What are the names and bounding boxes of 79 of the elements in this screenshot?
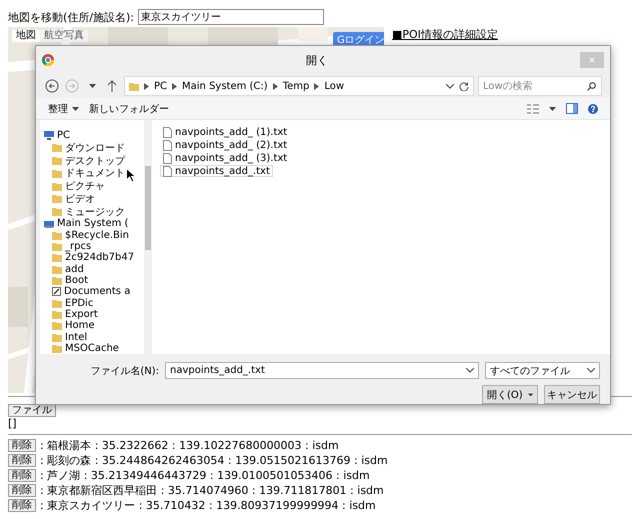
help-icon[interactable] xyxy=(588,104,598,114)
document-icon xyxy=(163,126,172,138)
point-text: : 東京都新宿区西早稲田 : 35.714074960 : 139.711817801 : isdm xyxy=(40,483,384,498)
tree-item[interactable]: Boot xyxy=(40,274,144,286)
browser-logo-icon xyxy=(42,54,54,66)
tree-item[interactable]: デスクトップ xyxy=(40,154,144,167)
computer-icon xyxy=(44,131,54,140)
tree-item[interactable]: $Recycle.Bin xyxy=(40,229,144,241)
dialog-title: 開く xyxy=(305,52,329,68)
search-icon xyxy=(587,82,596,91)
delete-button[interactable]: 削除 xyxy=(8,484,36,497)
filename-field[interactable]: navpoints_add_.txt xyxy=(165,362,479,379)
delete-button[interactable]: 削除 xyxy=(8,469,36,482)
folder-icon xyxy=(129,82,139,90)
dialog-button[interactable]: キャンセル xyxy=(544,385,600,404)
file-item[interactable]: navpoints_add_ (3).txt xyxy=(160,152,290,164)
caret-icon xyxy=(549,106,556,110)
view-options-icon[interactable] xyxy=(527,104,539,114)
file-item[interactable]: navpoints_add_ (1).txt xyxy=(160,126,290,138)
result-text: [] xyxy=(8,417,18,431)
tree-item[interactable]: PC xyxy=(40,130,144,142)
breadcrumb-item[interactable]: Low xyxy=(324,80,344,92)
document-icon xyxy=(163,152,172,164)
tree-item[interactable]: ビデオ xyxy=(40,192,144,206)
delete-button[interactable]: 削除 xyxy=(8,454,36,467)
delete-button[interactable]: 削除 xyxy=(8,499,36,512)
tree-item[interactable]: EPDic xyxy=(40,297,144,309)
point-text: : 芦ノ湖 : 35.21349446443729 : 139.0100501053406 : isdm xyxy=(40,468,370,483)
address-label: 地図を移動(住所/施設名): xyxy=(8,10,134,24)
file-item[interactable]: navpoints_add_.txt xyxy=(160,165,273,177)
chevron-icon xyxy=(172,82,178,90)
tree-item[interactable]: Documents a xyxy=(40,286,144,298)
tree-item[interactable]: Export xyxy=(40,308,144,320)
breadcrumb-item[interactable]: PC xyxy=(154,80,168,92)
chevron-down-icon xyxy=(466,368,474,373)
point-text: : 東京スカイツリー : 35.710432 : 139.80937199999994 : isdm xyxy=(40,498,376,513)
cursor-icon xyxy=(126,168,136,183)
address-bar[interactable]: PC Main System (C:) Temp Low xyxy=(124,76,474,96)
point-text: : 彫刻の森 : 35.244864262463054 : 139.0515021613769 : isdm xyxy=(40,453,388,468)
document-icon xyxy=(163,140,172,150)
tree-item[interactable]: 2c924db7b47 xyxy=(40,252,144,264)
chevron-down-icon xyxy=(587,368,595,373)
preview-pane-icon[interactable] xyxy=(566,103,578,114)
toolbar-button[interactable]: 新しいフォルダー xyxy=(89,102,169,116)
chevron-icon xyxy=(144,82,149,90)
tree-item[interactable]: Home xyxy=(40,320,144,332)
chevron-down-icon xyxy=(446,84,454,88)
breadcrumb-item[interactable]: Main System (C:) xyxy=(182,80,268,92)
tree-item[interactable]: MSOCache xyxy=(40,342,144,354)
tree-item[interactable]: _rpcs xyxy=(40,240,144,252)
chevron-icon xyxy=(314,82,320,90)
scrollbar[interactable] xyxy=(144,120,152,354)
delete-button[interactable]: 削除 xyxy=(8,439,36,452)
caret-icon xyxy=(88,84,96,88)
dialog-button[interactable]: 開く(O) xyxy=(482,385,538,404)
tree-item[interactable]: ピクチャ xyxy=(40,180,144,193)
tree-item[interactable]: Main System ( xyxy=(40,218,144,230)
filename-label: ファイル名(N): xyxy=(90,364,159,378)
back-button[interactable] xyxy=(44,78,60,94)
tree-item[interactable]: ダウンロード xyxy=(40,141,144,154)
tree-item[interactable]: add xyxy=(40,263,144,275)
document-icon xyxy=(163,166,172,176)
breadcrumb-item[interactable]: Temp xyxy=(282,80,310,92)
search-field[interactable]: Lowの検索 xyxy=(478,76,602,96)
address-field[interactable]: 東京スカイツリー xyxy=(138,9,324,25)
tree-item[interactable]: ミュージック xyxy=(40,205,144,218)
map-type-tab[interactable]: 地図 xyxy=(12,30,40,42)
point-text: : 箱根湯本 : 35.2322662 : 139.10227680000003 : isdm xyxy=(40,438,339,453)
tree-item[interactable]: Intel xyxy=(40,331,144,343)
chevron-icon xyxy=(272,82,278,90)
toolbar-button[interactable]: 整理 xyxy=(48,102,79,116)
choose-file-button[interactable]: ファイル xyxy=(8,404,56,416)
file-type-select[interactable]: すべてのファイル xyxy=(485,362,600,379)
map-type-tab[interactable]: 航空写真 xyxy=(40,30,88,42)
file-item[interactable]: navpoints_add_ (2).txt xyxy=(160,139,290,151)
shortcut-icon xyxy=(52,287,61,296)
refresh-icon xyxy=(459,81,469,91)
drive-icon xyxy=(44,219,54,228)
tree-item[interactable]: ドキュメント xyxy=(40,166,144,180)
